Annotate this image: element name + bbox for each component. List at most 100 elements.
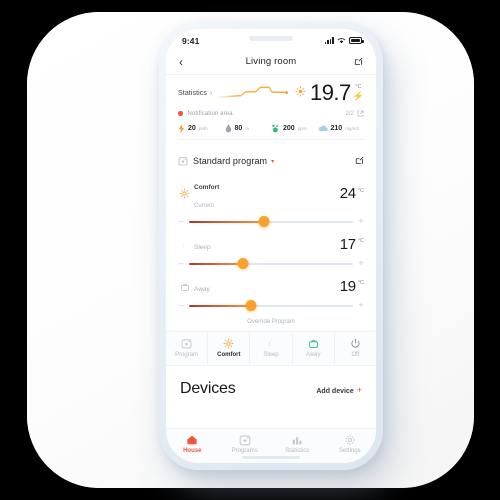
sun-icon (178, 188, 191, 199)
nav-item-programs[interactable]: Programs (219, 434, 272, 454)
mode-tab-label: Comfort (217, 351, 241, 358)
metric-unit: kWh (198, 126, 208, 131)
sun-icon (223, 338, 234, 349)
metric-value: 20 (188, 125, 196, 132)
devices-title: Devices (180, 379, 236, 397)
temperature-row-value: 24 (339, 184, 356, 202)
increase-button[interactable]: + (358, 301, 364, 310)
decrease-button[interactable]: – (178, 259, 184, 268)
slider-track[interactable] (189, 300, 353, 312)
nav-item-label: House (183, 448, 202, 454)
temperature-sparkline (216, 83, 290, 103)
mode-tab-away[interactable]: Away (293, 331, 335, 365)
mode-tab-sleep[interactable]: Sleep (250, 331, 293, 365)
slider-track-fill (189, 263, 244, 265)
temperature-row-sleep: Sleep 17 °C – + (166, 234, 376, 276)
bag-icon (178, 282, 191, 292)
humidity-icon (225, 124, 231, 133)
slider-thumb[interactable] (237, 258, 249, 270)
slider-thumb[interactable] (245, 300, 257, 312)
calendar-icon (178, 157, 188, 166)
metric-value: 210 (330, 125, 343, 132)
co2-icon (272, 124, 279, 133)
nav-item-house[interactable]: House (166, 434, 219, 454)
temperature-row-unit: °C (357, 280, 364, 287)
external-link-icon[interactable] (357, 110, 364, 117)
mode-tab-off[interactable]: Off (335, 332, 376, 365)
temperature-row-title: Sleep (194, 243, 211, 251)
metric-humidity: 80 % (225, 124, 272, 133)
slider-thumb[interactable] (258, 216, 270, 228)
nav-item-label: Statistics (285, 448, 310, 454)
temperature-unit: °C (355, 84, 362, 91)
decrease-button[interactable]: – (178, 301, 184, 310)
bolt-icon (178, 124, 185, 133)
away-temperature-slider[interactable]: – + (178, 300, 364, 312)
metric-energy: 20 kWh (178, 124, 225, 133)
calendar-icon (181, 339, 192, 349)
temperature-row-subtitle: Current (194, 202, 215, 209)
increase-button[interactable]: + (358, 217, 364, 226)
mode-tab-label: Away (305, 351, 321, 358)
statistics-card[interactable]: Statistics › 19.7 °C ⚡ Notification area… (166, 75, 376, 145)
slider-track[interactable] (189, 258, 353, 270)
chevron-down-icon[interactable]: ▾ (271, 158, 355, 165)
edit-square-icon[interactable] (349, 57, 363, 66)
metric-value: 80 (234, 125, 243, 132)
chevron-left-icon[interactable]: ‹ (179, 56, 193, 68)
bar-chart-icon (292, 437, 302, 445)
temperature-row-comfort: Comfort Current 24 °C – + (166, 174, 376, 234)
temperature-row-away: Away 19 °C – + (166, 276, 376, 318)
current-temperature: 19.7 (309, 80, 351, 105)
power-icon (351, 338, 360, 348)
app-bar: ‹ Living room (166, 49, 376, 75)
metric-unit: mg/m3 (345, 126, 359, 131)
status-bar-time: 9:41 (182, 35, 200, 46)
bag-icon (308, 340, 318, 348)
notification-area-label: Notification area. (187, 110, 235, 117)
notification-count: 2/2 (345, 110, 354, 117)
cloud-icon (318, 125, 328, 132)
devices-section-header: Devices Add device + (166, 366, 376, 408)
section-divider (178, 139, 364, 140)
nav-item-statistics[interactable]: Statistics (271, 434, 324, 454)
signal-bars-icon (324, 37, 334, 44)
metric-value: 200 (283, 125, 295, 132)
slider-track-fill (189, 305, 252, 307)
phone-screen: 9:41 ‹ Living room Statistics › 19.7 °C … (166, 29, 376, 463)
phone-notch-speaker (249, 36, 293, 41)
mode-tab-comfort[interactable]: Comfort (208, 331, 251, 365)
mode-tab-program[interactable]: Program (166, 331, 209, 365)
program-selector-row[interactable]: Standard program ▾ (166, 145, 376, 174)
lightning-bolt-icon: ⚡ (352, 90, 364, 101)
notification-dot-icon (178, 111, 183, 116)
mode-tab-bar: Program Comfort Sleep Away Off (166, 330, 376, 366)
nav-item-settings[interactable]: Settings (324, 434, 377, 454)
moon-icon (269, 339, 273, 348)
temperature-row-title: Away (194, 285, 210, 293)
wifi-icon (337, 38, 346, 44)
house-icon (187, 435, 197, 445)
chevron-right-icon[interactable]: › (210, 90, 212, 97)
override-program-label[interactable]: Override Program (166, 318, 376, 331)
mode-tab-label: Program (175, 351, 199, 358)
slider-track[interactable] (189, 216, 353, 228)
increase-button[interactable]: + (358, 259, 364, 268)
gear-icon (345, 435, 355, 445)
nav-item-label: Programs (231, 448, 258, 454)
comfort-temperature-slider[interactable]: – + (178, 216, 364, 228)
temperature-row-value: 19 (339, 277, 356, 295)
notification-area-row[interactable]: Notification area. 2/2 (178, 110, 364, 117)
mode-tab-label: Off (351, 351, 360, 358)
metric-unit: % (245, 126, 250, 131)
program-edit-icon[interactable] (355, 152, 364, 170)
metrics-row: 20 kWh 80 % 200 ppm 210 mg/m3 (178, 124, 364, 133)
add-device-label: Add device (316, 387, 354, 395)
battery-icon (349, 37, 364, 44)
statistics-label: Statistics (178, 89, 208, 97)
temperature-row-unit: °C (357, 238, 364, 245)
sleep-temperature-slider[interactable]: – + (178, 258, 364, 270)
temperature-row-title: Comfort (194, 184, 220, 191)
add-device-button[interactable]: Add device + (316, 380, 362, 398)
decrease-button[interactable]: – (178, 217, 184, 226)
